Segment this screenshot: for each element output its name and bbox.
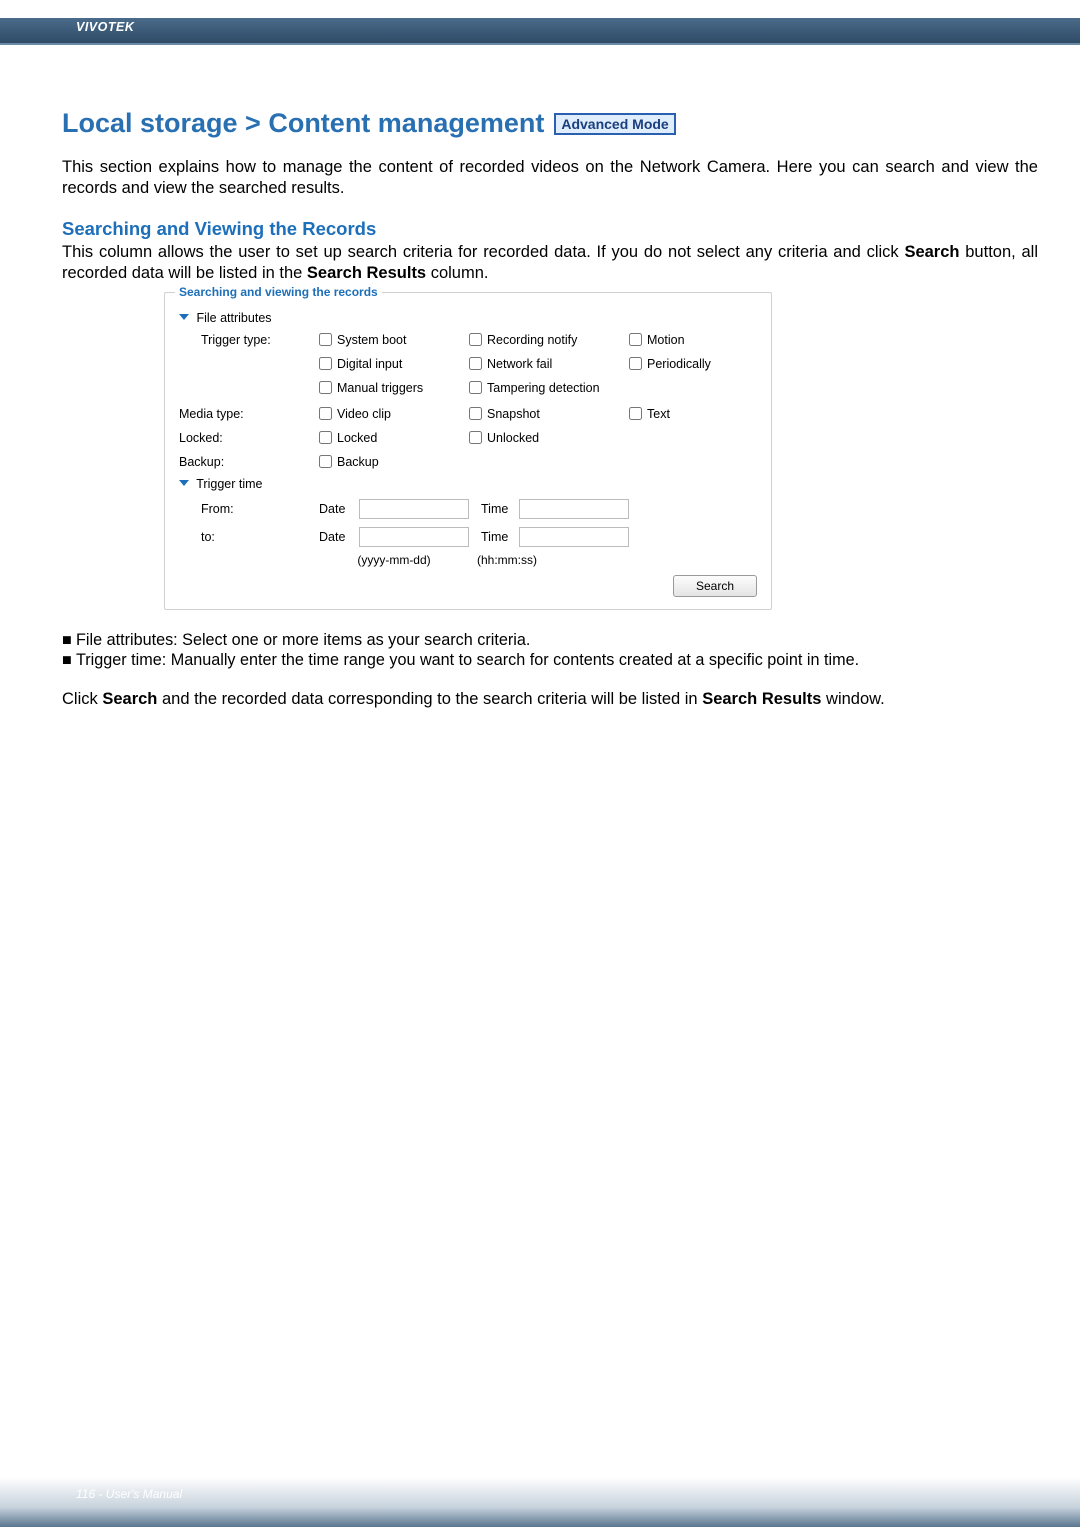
searching-desc-part1: This column allows the user to set up se… (62, 243, 904, 261)
after-bold-2: Search Results (702, 690, 821, 708)
page-root: VIVOTEK Local storage > Content manageme… (0, 0, 1080, 1527)
periodically-text: Periodically (647, 357, 711, 371)
after-3: window. (821, 690, 884, 708)
system-boot-text: System boot (337, 333, 406, 347)
bullet-trigger-time-text: Trigger time: Manually enter the time ra… (76, 650, 1038, 671)
header-bar (0, 18, 1080, 43)
checkbox-system-boot[interactable]: System boot (319, 333, 469, 347)
searching-desc-bold2: Search Results (307, 264, 426, 282)
page-title: Local storage > Content management (62, 108, 544, 139)
time-format-hint: (hh:mm:ss) (469, 553, 629, 567)
intro-paragraph: This section explains how to manage the … (62, 157, 1038, 198)
trigger-time-block: From: Date Time to: Date Time (y (179, 499, 757, 597)
search-panel: Searching and viewing the records File a… (164, 292, 772, 610)
checkbox-digital-input[interactable]: Digital input (319, 357, 469, 371)
to-time-input[interactable] (519, 527, 629, 547)
checkbox-network-fail[interactable]: Network fail (469, 357, 629, 371)
from-date-input[interactable] (359, 499, 469, 519)
trigger-type-grid: Trigger type: System boot Recording noti… (179, 333, 757, 395)
backup-text: Backup (337, 455, 379, 469)
page-title-row: Local storage > Content management Advan… (62, 108, 1038, 139)
header-underline (0, 43, 1080, 45)
header-brand: VIVOTEK (76, 20, 134, 34)
checkbox-motion[interactable]: Motion (629, 333, 749, 347)
media-type-label: Media type: (179, 407, 319, 421)
after-2: and the recorded data corresponding to t… (157, 690, 702, 708)
bullet-trigger-time: ■ Trigger time: Manually enter the time … (62, 650, 1038, 671)
file-attributes-label: File attributes (196, 311, 271, 325)
date-label-from: Date (319, 502, 359, 516)
after-bold-1: Search (102, 690, 157, 708)
footer-text: 116 - User's Manual (76, 1487, 182, 1501)
content-area: Local storage > Content management Advan… (62, 108, 1038, 710)
to-row: to: Date Time (179, 527, 757, 547)
format-hints: (yyyy-mm-dd) (hh:mm:ss) (179, 553, 757, 567)
network-fail-text: Network fail (487, 357, 552, 371)
recording-notify-text: Recording notify (487, 333, 577, 347)
chevron-down-icon (179, 311, 193, 325)
search-panel-legend: Searching and viewing the records (175, 285, 382, 299)
bullet-list: ■ File attributes: Select one or more it… (62, 630, 1038, 671)
from-label: From: (179, 502, 319, 516)
footer-band (0, 1477, 1080, 1527)
trigger-time-head[interactable]: Trigger time (179, 477, 757, 491)
time-label-to: Time (469, 530, 519, 544)
locked-label: Locked: (179, 431, 319, 445)
searching-subhead: Searching and Viewing the Records (62, 218, 1038, 240)
manual-triggers-text: Manual triggers (337, 381, 423, 395)
after-1: Click (62, 690, 102, 708)
search-button[interactable]: Search (673, 575, 757, 597)
checkbox-manual-triggers[interactable]: Manual triggers (319, 381, 469, 395)
checkbox-locked[interactable]: Locked (319, 431, 469, 445)
backup-label: Backup: (179, 455, 319, 469)
checkbox-video-clip[interactable]: Video clip (319, 407, 469, 421)
bullet-square-icon: ■ (62, 650, 76, 671)
checkbox-periodically[interactable]: Periodically (629, 357, 749, 371)
checkbox-snapshot[interactable]: Snapshot (469, 407, 629, 421)
searching-desc: This column allows the user to set up se… (62, 242, 1038, 283)
snapshot-text: Snapshot (487, 407, 540, 421)
bullet-square-icon: ■ (62, 630, 76, 651)
checkbox-text[interactable]: Text (629, 407, 749, 421)
after-paragraph: Click Search and the recorded data corre… (62, 689, 1038, 710)
trigger-time-label: Trigger time (196, 477, 262, 491)
time-label-from: Time (469, 502, 519, 516)
checkbox-tampering-detection[interactable]: Tampering detection (469, 381, 629, 395)
bullet-file-attributes: ■ File attributes: Select one or more it… (62, 630, 1038, 651)
bullet-file-attr-text: File attributes: Select one or more item… (76, 630, 1038, 651)
from-time-input[interactable] (519, 499, 629, 519)
locked-text: Locked (337, 431, 377, 445)
trigger-type-label: Trigger type: (179, 333, 319, 347)
date-label-to: Date (319, 530, 359, 544)
to-date-input[interactable] (359, 527, 469, 547)
digital-input-text: Digital input (337, 357, 402, 371)
button-row: Search (179, 575, 757, 597)
searching-desc-bold1: Search (904, 243, 959, 261)
checkbox-recording-notify[interactable]: Recording notify (469, 333, 629, 347)
checkbox-unlocked[interactable]: Unlocked (469, 431, 629, 445)
chevron-down-icon (179, 477, 193, 491)
motion-text: Motion (647, 333, 685, 347)
checkbox-backup[interactable]: Backup (319, 455, 469, 469)
to-label: to: (179, 530, 319, 544)
video-clip-text: Video clip (337, 407, 391, 421)
media-locked-backup-grid: Media type: Video clip Snapshot Text Loc… (179, 407, 757, 469)
search-panel-wrap: Searching and viewing the records File a… (164, 292, 772, 610)
file-attributes-head[interactable]: File attributes (179, 311, 757, 325)
unlocked-text: Unlocked (487, 431, 539, 445)
searching-desc-part3: column. (426, 264, 488, 282)
from-row: From: Date Time (179, 499, 757, 519)
date-format-hint: (yyyy-mm-dd) (179, 553, 469, 567)
tampering-detection-text: Tampering detection (487, 381, 600, 395)
advanced-mode-badge: Advanced Mode (554, 113, 675, 135)
text-option-text: Text (647, 407, 670, 421)
